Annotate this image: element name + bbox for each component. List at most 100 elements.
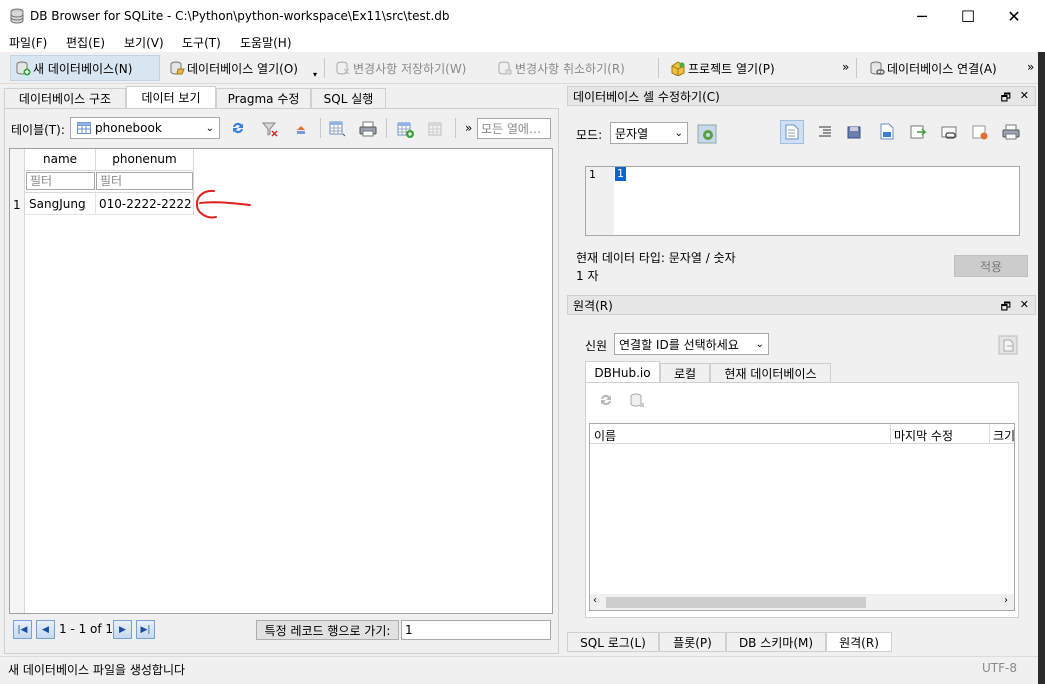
editor-selected-text[interactable]: 1 bbox=[615, 167, 626, 181]
mode-select[interactable]: 문자열 ⌄ bbox=[610, 122, 688, 144]
null-button[interactable] bbox=[968, 120, 992, 144]
close-panel-icon[interactable]: ✕ bbox=[1020, 298, 1029, 311]
revert-changes-button[interactable]: 변경사항 취소하기(R) bbox=[492, 55, 637, 81]
remote-panel-title: 원격(R) 🗗 ✕ bbox=[567, 295, 1036, 315]
print-icon bbox=[1002, 124, 1020, 140]
cell-phonenum[interactable]: 010-2222-2222 bbox=[99, 197, 192, 211]
new-database-label: 새 데이터베이스(N) bbox=[33, 61, 133, 76]
word-wrap-button[interactable] bbox=[780, 120, 804, 144]
print-cell-button[interactable] bbox=[999, 120, 1023, 144]
close-panel-icon[interactable]: ✕ bbox=[1020, 89, 1029, 102]
column-header-phonenum[interactable]: phonenum bbox=[96, 149, 194, 171]
tab-edit-pragmas[interactable]: Pragma 수정 bbox=[216, 88, 311, 108]
attach-database-button[interactable]: 데이터베이스 연결(A) bbox=[864, 55, 1014, 81]
float-panel-icon[interactable]: 🗗 bbox=[1001, 89, 1011, 108]
column-header-size[interactable]: 크기 bbox=[993, 427, 1014, 444]
filter-input-name[interactable]: 필터 bbox=[26, 172, 95, 190]
menu-help[interactable]: 도움말(H) bbox=[240, 34, 292, 51]
menu-tools[interactable]: 도구(T) bbox=[182, 34, 221, 51]
refresh-icon[interactable] bbox=[598, 392, 614, 408]
save-table-icon[interactable] bbox=[329, 120, 347, 138]
tab-db-schema[interactable]: DB 스키마(M) bbox=[726, 632, 826, 652]
tab-dbhub[interactable]: DBHub.io bbox=[585, 361, 660, 383]
tab-browse-data[interactable]: 데이터 보기 bbox=[126, 86, 216, 108]
menu-view[interactable]: 보기(V) bbox=[124, 34, 164, 51]
column-header-name[interactable]: 이름 bbox=[594, 427, 616, 444]
export-button[interactable] bbox=[875, 120, 899, 144]
table-label: 테이블(T): bbox=[11, 123, 65, 137]
write-changes-button[interactable]: 변경사항 저장하기(W) bbox=[330, 55, 475, 81]
previous-record-button[interactable]: ◀ bbox=[36, 620, 55, 639]
tab-remote[interactable]: 원격(R) bbox=[826, 632, 892, 652]
tab-execute-sql[interactable]: SQL 실행 bbox=[311, 88, 386, 108]
scroll-right-icon[interactable]: › bbox=[1004, 595, 1008, 606]
image-button[interactable] bbox=[937, 120, 961, 144]
maximize-button[interactable]: ☐ bbox=[945, 0, 991, 32]
goto-record-button[interactable]: 특정 레코드 행으로 가기: bbox=[256, 620, 399, 640]
open-project-button[interactable]: 프로젝트 열기(P) bbox=[665, 55, 785, 81]
status-message: 새 데이터베이스 파일을 생성합니다 bbox=[8, 663, 186, 677]
next-record-button[interactable]: ▶ bbox=[113, 620, 132, 639]
delete-record-icon[interactable] bbox=[428, 121, 444, 137]
indent-button[interactable] bbox=[813, 120, 837, 144]
search-all-columns-input[interactable]: 모든 열에… bbox=[477, 118, 551, 139]
auto-switch-mode-icon[interactable] bbox=[697, 124, 717, 144]
identity-select-value: 연결할 ID를 선택하세요 bbox=[619, 337, 739, 352]
table-icon bbox=[77, 122, 91, 134]
remote-file-list[interactable]: 이름 마지막 수정 크기 ‹ › bbox=[589, 423, 1015, 611]
clone-database-icon[interactable] bbox=[629, 392, 645, 408]
insert-record-icon[interactable] bbox=[397, 121, 415, 139]
identity-select[interactable]: 연결할 ID를 선택하세요 ⌄ bbox=[614, 333, 769, 355]
browse-toolbar-overflow[interactable]: » bbox=[465, 121, 472, 135]
tab-current-database[interactable]: 현재 데이터베이스 bbox=[710, 363, 831, 383]
open-database-dropdown-icon[interactable]: ▾ bbox=[313, 70, 317, 79]
last-record-button[interactable]: ▶| bbox=[136, 620, 155, 639]
insert-file-icon bbox=[910, 125, 927, 139]
image-icon bbox=[941, 126, 957, 139]
filter-input-phonenum[interactable]: 필터 bbox=[96, 172, 193, 190]
cell-editor[interactable] bbox=[585, 166, 1020, 236]
close-button[interactable]: ✕ bbox=[991, 0, 1037, 32]
sort-icon[interactable] bbox=[293, 121, 309, 137]
minimize-icon: ─ bbox=[917, 6, 927, 26]
tab-local[interactable]: 로컬 bbox=[660, 363, 710, 383]
refresh-icon[interactable] bbox=[230, 120, 246, 136]
apply-button[interactable]: 적용 bbox=[954, 255, 1028, 277]
scrollbar-thumb[interactable] bbox=[606, 597, 866, 608]
goto-record-input[interactable]: 1 bbox=[401, 620, 551, 640]
menu-edit[interactable]: 편집(E) bbox=[66, 34, 105, 51]
cell-name[interactable]: SangJung bbox=[29, 197, 86, 211]
clear-filters-icon[interactable] bbox=[262, 121, 278, 137]
scroll-left-icon[interactable]: ‹ bbox=[593, 595, 597, 606]
tab-database-structure[interactable]: 데이터베이스 구조 bbox=[4, 88, 126, 108]
tab-plot[interactable]: 플롯(P) bbox=[659, 632, 726, 652]
new-database-button[interactable]: 새 데이터베이스(N) bbox=[10, 55, 160, 81]
tab-sql-log[interactable]: SQL 로그(L) bbox=[567, 632, 659, 652]
import-button[interactable] bbox=[843, 120, 867, 144]
first-record-button[interactable]: |◀ bbox=[13, 620, 32, 639]
window-title: DB Browser for SQLite - C:\Python\python… bbox=[30, 9, 450, 23]
table-select-value: phonebook bbox=[95, 121, 162, 135]
last-record-icon: ▶| bbox=[140, 624, 151, 635]
float-panel-icon[interactable]: 🗗 bbox=[1001, 298, 1011, 317]
previous-record-icon: ◀ bbox=[42, 624, 49, 635]
cell-divider bbox=[95, 193, 96, 215]
row-number: 1 bbox=[13, 198, 21, 212]
menu-file[interactable]: 파일(F) bbox=[9, 34, 47, 51]
chevron-down-icon: ⌄ bbox=[755, 338, 764, 350]
remote-push-icon[interactable] bbox=[998, 335, 1018, 355]
column-header-last-modified[interactable]: 마지막 수정 bbox=[894, 427, 953, 444]
data-grid[interactable] bbox=[9, 148, 553, 614]
column-header-name[interactable]: name bbox=[25, 149, 96, 171]
table-select[interactable]: phonebook ⌄ bbox=[70, 117, 220, 139]
minimize-button[interactable]: ─ bbox=[899, 0, 945, 32]
browse-toolbar-separator bbox=[320, 118, 321, 138]
chevron-down-icon: ⌄ bbox=[205, 122, 214, 134]
toolbar-overflow-button-2[interactable]: » bbox=[1027, 60, 1034, 74]
edit-cell-panel-title: 데이터베이스 셀 수정하기(C) 🗗 ✕ bbox=[567, 86, 1036, 106]
toolbar-overflow-button[interactable]: » bbox=[842, 60, 849, 74]
print-icon[interactable] bbox=[359, 120, 377, 138]
identity-label: 신원 bbox=[585, 339, 608, 353]
set-null-button[interactable] bbox=[906, 120, 930, 144]
open-database-button[interactable]: 데이터베이스 열기(O) bbox=[164, 55, 314, 81]
